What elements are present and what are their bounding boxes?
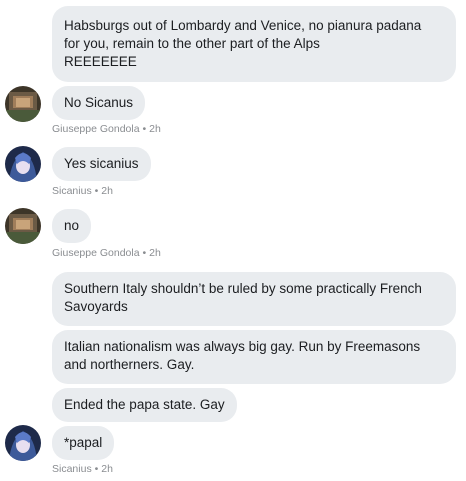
message-meta: Sicanius • 2h <box>52 463 113 475</box>
separator: • <box>142 247 147 260</box>
author-name[interactable]: Giuseppe Gondola <box>52 123 140 135</box>
message-bubble[interactable]: No Sicanus <box>52 86 146 120</box>
message-meta: Sicanius • 2h <box>52 185 113 197</box>
separator: • <box>94 185 99 198</box>
message-meta: Giuseppe Gondola • 2h <box>52 247 161 259</box>
author-name[interactable]: Sicanius <box>52 185 92 197</box>
author-name[interactable]: Giuseppe Gondola <box>52 247 140 259</box>
avatar-giuseppe-gondola[interactable] <box>5 208 41 244</box>
separator: • <box>142 123 147 136</box>
avatar-giuseppe-gondola[interactable] <box>5 86 41 122</box>
message-bubble[interactable]: Italian nationalism was always big gay. … <box>52 330 456 384</box>
message-bubble[interactable]: no <box>52 209 92 243</box>
timestamp[interactable]: 2h <box>101 185 113 197</box>
message-bubble[interactable]: Ended the papa state. Gay <box>52 388 237 422</box>
avatar-sicanius[interactable] <box>5 425 41 461</box>
timestamp[interactable]: 2h <box>149 247 161 259</box>
author-name[interactable]: Sicanius <box>52 463 92 475</box>
avatar-sicanius[interactable] <box>5 146 41 182</box>
message-bubble[interactable]: Habsburgs out of Lombardy and Venice, no… <box>52 6 456 82</box>
message-bubble[interactable]: Yes sicanius <box>52 147 151 181</box>
message-meta: Giuseppe Gondola • 2h <box>52 123 161 135</box>
message-bubble[interactable]: *papal <box>52 426 115 460</box>
separator: • <box>94 463 99 476</box>
timestamp[interactable]: 2h <box>101 463 113 475</box>
message-bubble[interactable]: Southern Italy shouldn’t be ruled by som… <box>52 272 456 326</box>
timestamp[interactable]: 2h <box>149 123 161 135</box>
